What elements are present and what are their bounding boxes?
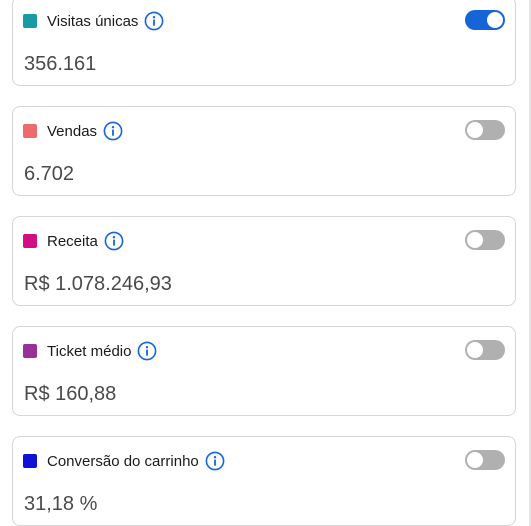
metric-header: Conversão do carrinho (23, 451, 225, 471)
metric-header: Receita (23, 231, 124, 251)
metric-toggle[interactable] (465, 10, 505, 30)
metric-toggle[interactable] (465, 230, 505, 250)
toggle-knob (467, 232, 483, 248)
metrics-panel: Visitas únicas 356.161 Vendas 6.702 Rece… (0, 0, 531, 526)
metric-value: R$ 160,88 (24, 383, 117, 405)
metric-toggle[interactable] (465, 340, 505, 360)
metric-title: Visitas únicas (47, 12, 139, 30)
metric-card-vendas: Vendas 6.702 (12, 106, 516, 196)
metric-title: Conversão do carrinho (47, 452, 199, 470)
info-icon[interactable] (205, 451, 225, 471)
info-icon[interactable] (144, 11, 164, 31)
metric-color-swatch (23, 234, 37, 248)
metric-title: Ticket médio (47, 342, 132, 360)
metric-color-swatch (23, 124, 37, 138)
metric-color-swatch (23, 344, 37, 358)
metric-title: Receita (47, 232, 98, 250)
metric-value: 6.702 (24, 163, 75, 185)
metric-card-conversao-do-carrinho: Conversão do carrinho 31,18 % (12, 436, 516, 526)
info-icon[interactable] (137, 341, 157, 361)
metric-value: 356.161 (24, 53, 97, 75)
metric-header: Visitas únicas (23, 11, 164, 31)
info-icon[interactable] (103, 121, 123, 141)
info-icon[interactable] (104, 231, 124, 251)
metric-title: Vendas (47, 122, 98, 140)
toggle-knob (467, 122, 483, 138)
metric-value: R$ 1.078.246,93 (24, 273, 172, 295)
metric-toggle[interactable] (465, 120, 505, 140)
metric-header: Ticket médio (23, 341, 157, 361)
toggle-knob (467, 342, 483, 358)
metric-card-ticket-medio: Ticket médio R$ 160,88 (12, 326, 516, 416)
metric-color-swatch (23, 14, 37, 28)
metric-toggle[interactable] (465, 450, 505, 470)
metric-card-receita: Receita R$ 1.078.246,93 (12, 216, 516, 306)
toggle-knob (467, 452, 483, 468)
metric-color-swatch (23, 454, 37, 468)
metric-header: Vendas (23, 121, 123, 141)
metric-value: 31,18 % (24, 493, 98, 515)
metric-card-visitas-unicas: Visitas únicas 356.161 (12, 0, 516, 86)
toggle-knob (487, 12, 503, 28)
